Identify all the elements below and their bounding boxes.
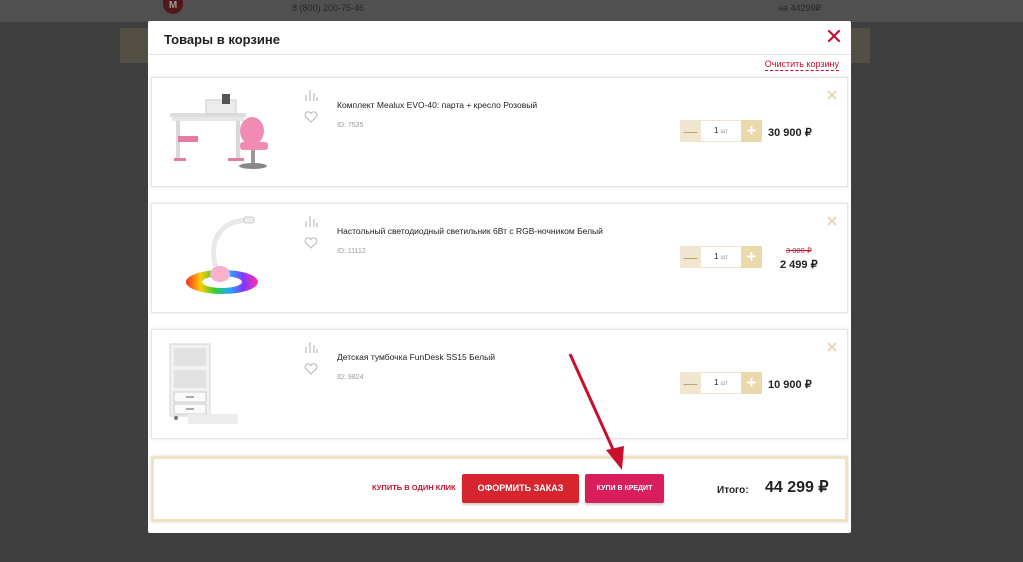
quantity-field[interactable]: 1 шт — [701, 372, 741, 394]
quantity-value: 1 — [713, 252, 719, 261]
minus-icon[interactable]: — — [680, 246, 701, 268]
one-click-buy-link[interactable]: КУПИТЬ В ОДИН КЛИК — [372, 483, 456, 492]
checkout-button[interactable]: ОФОРМИТЬ ЗАКАЗ — [462, 474, 579, 503]
remove-item-icon[interactable] — [827, 87, 837, 100]
product-price: 10 900 ₽ — [768, 379, 812, 391]
quantity-unit: шт — [720, 381, 728, 387]
quantity-unit: шт — [720, 129, 728, 135]
product-price: 30 900 ₽ — [768, 127, 812, 139]
product-id: ID: 9824 — [337, 374, 364, 381]
item-actions — [304, 214, 320, 249]
product-price: 2 499 ₽ — [780, 259, 818, 271]
compare-icon[interactable] — [304, 88, 318, 101]
quantity-stepper: — 1 шт + — [680, 120, 762, 142]
compare-icon[interactable] — [304, 214, 318, 227]
total-label: Итого: — [717, 485, 749, 496]
product-image[interactable] — [166, 212, 278, 304]
product-image[interactable] — [166, 338, 278, 430]
cart-item: Настольный светодиодный светильник 6Вт с… — [151, 203, 848, 313]
plus-icon[interactable]: + — [741, 120, 762, 142]
quantity-stepper: — 1 шт + — [680, 372, 762, 394]
modal-divider — [148, 54, 851, 55]
quantity-field[interactable]: 1 шт — [701, 246, 741, 268]
product-image[interactable] — [166, 86, 278, 178]
remove-item-icon[interactable] — [827, 339, 837, 352]
quantity-field[interactable]: 1 шт — [701, 120, 741, 142]
favorite-heart-icon[interactable] — [304, 236, 318, 249]
cart-summary: КУПИТЬ В ОДИН КЛИК ОФОРМИТЬ ЗАКАЗ КУПИ В… — [151, 456, 848, 522]
product-id: ID: 7535 — [337, 122, 364, 129]
quantity-value: 1 — [713, 126, 719, 135]
quantity-unit: шт — [720, 255, 728, 261]
plus-icon[interactable]: + — [741, 246, 762, 268]
remove-item-icon[interactable] — [827, 213, 837, 226]
buy-on-credit-button[interactable]: КУПИ В КРЕДИТ — [585, 474, 664, 503]
product-name-link[interactable]: Настольный светодиодный светильник 6Вт с… — [337, 226, 603, 236]
favorite-heart-icon[interactable] — [304, 362, 318, 375]
product-name-link[interactable]: Комплект Mealux EVO-40: парта + кресло Р… — [337, 100, 537, 110]
favorite-heart-icon[interactable] — [304, 110, 318, 123]
modal-title: Товары в корзине — [164, 32, 280, 47]
minus-icon[interactable]: — — [680, 372, 701, 394]
cart-modal: Товары в корзине Очистить корзину Компле… — [148, 21, 851, 533]
close-icon[interactable] — [827, 29, 841, 43]
cart-item: Детская тумбочка FunDesk SS15 Белый ID: … — [151, 329, 848, 439]
product-id: ID: 11112 — [337, 248, 366, 255]
item-actions — [304, 88, 320, 123]
plus-icon[interactable]: + — [741, 372, 762, 394]
quantity-value: 1 — [713, 378, 719, 387]
item-actions — [304, 340, 320, 375]
total-value: 44 299 ₽ — [765, 479, 829, 496]
cart-item: Комплект Mealux EVO-40: парта + кресло Р… — [151, 77, 848, 187]
quantity-stepper: — 1 шт + — [680, 246, 762, 268]
minus-icon[interactable]: — — [680, 120, 701, 142]
clear-cart-link[interactable]: Очистить корзину — [764, 59, 839, 71]
compare-icon[interactable] — [304, 340, 318, 353]
old-price: 3 000 ₽ — [786, 246, 812, 255]
product-name-link[interactable]: Детская тумбочка FunDesk SS15 Белый — [337, 352, 495, 362]
